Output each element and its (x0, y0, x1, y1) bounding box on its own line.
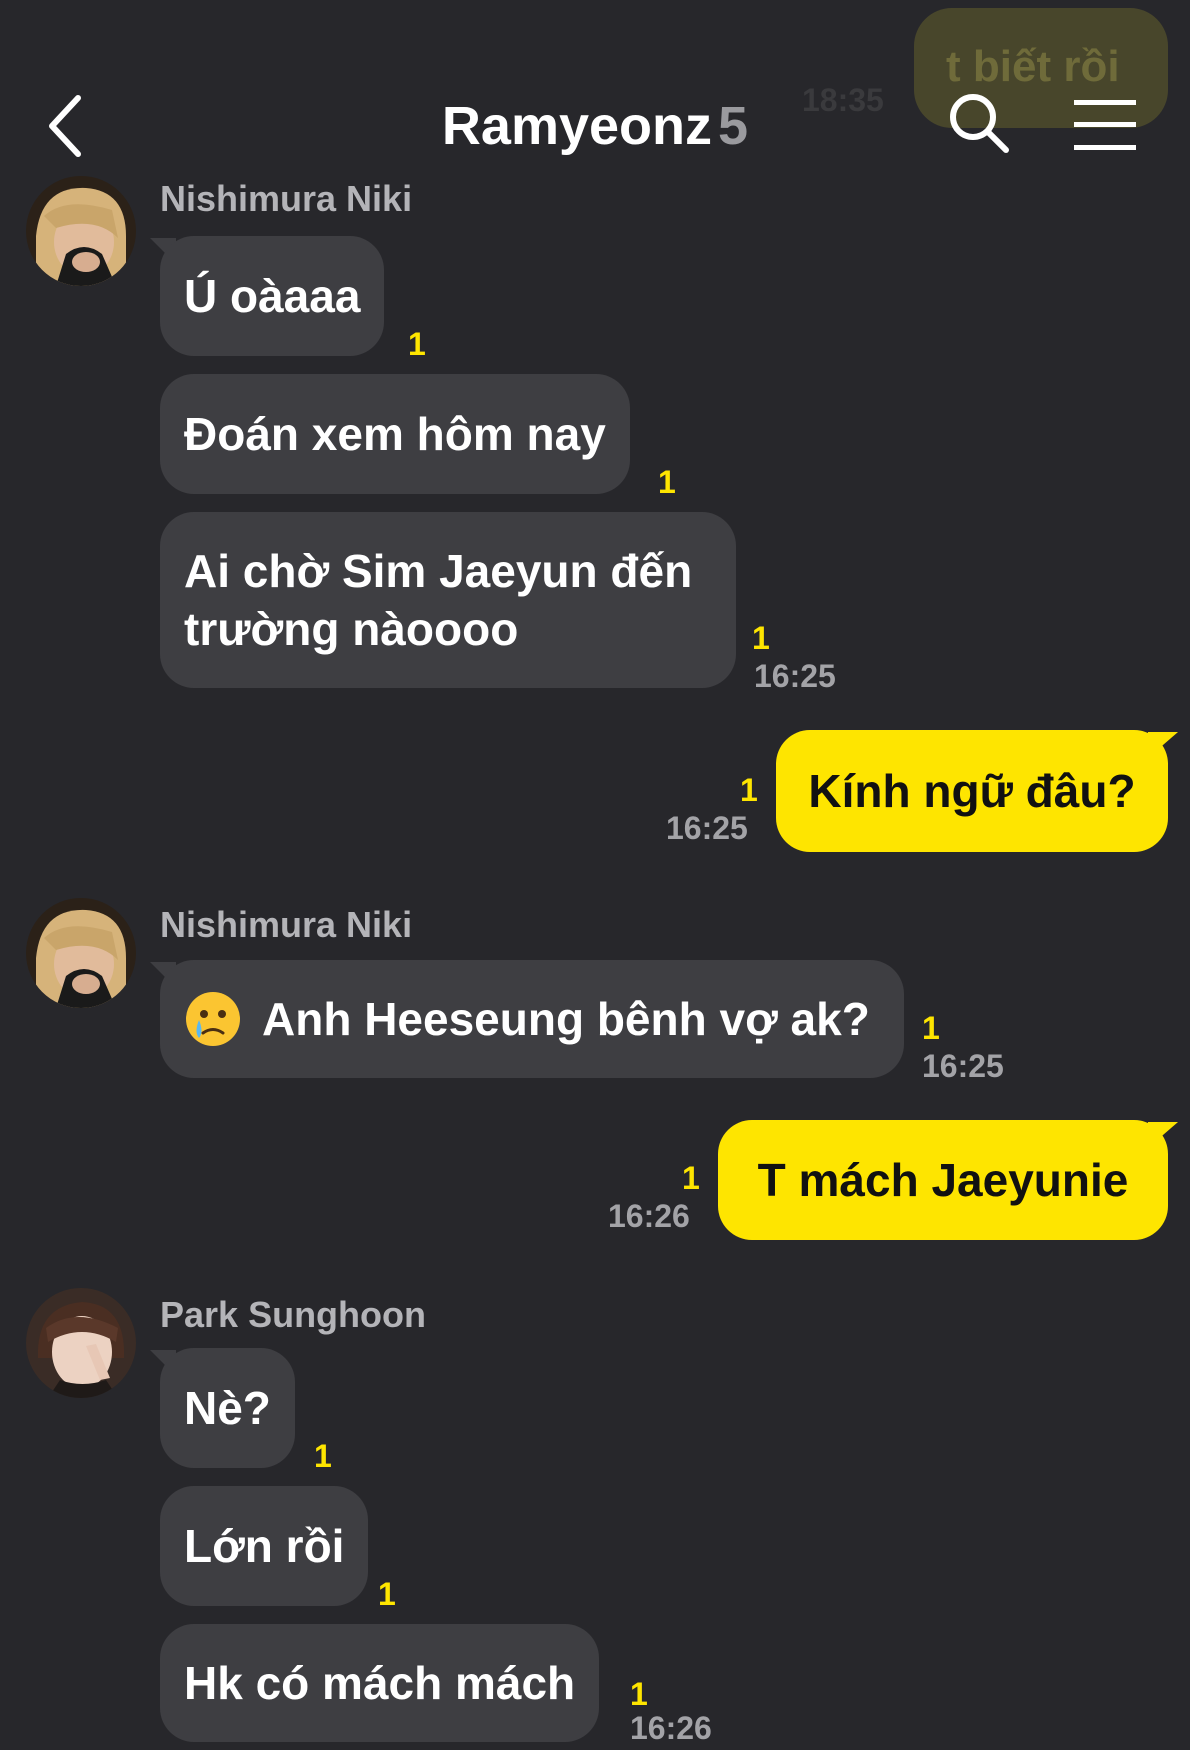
unread-count: 1 (630, 1676, 648, 1712)
avatar-nishimura-niki[interactable] (26, 176, 136, 286)
message-time: 16:26 (608, 1198, 690, 1234)
avatar-photo (26, 1288, 136, 1398)
message-text: Ai chờ Sim Jaeyun đến trường nàoooo (184, 545, 693, 655)
unread-count: 1 (682, 1160, 700, 1196)
unread-count: 1 (314, 1438, 332, 1474)
message-time: 16:26 (630, 1710, 712, 1746)
message-text: Lớn rồi (184, 1520, 345, 1572)
unread-count: 1 (658, 464, 676, 500)
message-time: 16:25 (922, 1048, 1004, 1084)
message-bubble[interactable]: Ú oàaaa (160, 236, 385, 356)
avatar-photo (26, 898, 136, 1008)
message-bubble[interactable]: Hk có mách mách (160, 1624, 600, 1742)
message-bubble[interactable]: Đoán xem hôm nay (160, 374, 630, 494)
message-text: Hk có mách mách (184, 1657, 576, 1709)
message-text: Kính ngữ đâu? (808, 765, 1136, 817)
avatar-photo (26, 176, 136, 286)
menu-button[interactable] (1072, 98, 1138, 152)
sender-name: Nishimura Niki (160, 178, 413, 219)
sender-name: Nishimura Niki (160, 904, 413, 945)
message-time: 16:25 (754, 658, 836, 694)
message-text: Anh Heeseung bênh vợ ak? (262, 993, 870, 1045)
unread-count: 1 (752, 620, 770, 656)
unread-count: 1 (378, 1576, 396, 1612)
message-bubble[interactable]: Nè? (160, 1348, 295, 1468)
message-bubble[interactable]: Lớn rồi (160, 1486, 369, 1606)
message-text: Đoán xem hôm nay (184, 408, 606, 460)
chat-header: t biết rồi 18:35 Ramyeonz 5 (0, 0, 1190, 190)
message-bubble[interactable]: Ai chờ Sim Jaeyun đến trường nàoooo (160, 512, 736, 688)
member-count: 5 (718, 96, 749, 156)
message-time: 16:25 (666, 810, 748, 846)
message-text: Ú oàaaa (184, 270, 361, 322)
crying-face-emoji (186, 992, 240, 1046)
search-icon (950, 94, 1009, 153)
unread-count: 1 (408, 326, 426, 362)
message-text: Nè? (184, 1382, 271, 1434)
outgoing-message-bubble[interactable]: Kính ngữ đâu? (776, 730, 1168, 852)
sender-name: Park Sunghoon (160, 1294, 427, 1335)
previous-message-text: t biết rồi (946, 42, 1120, 91)
group-name: Ramyeonz (441, 96, 713, 156)
search-button[interactable] (946, 90, 1012, 156)
unread-count: 1 (740, 772, 758, 808)
message-bubble[interactable]: Anh Heeseung bênh vợ ak? (160, 960, 904, 1078)
message-text: T mách Jaeyunie (757, 1154, 1129, 1206)
avatar-nishimura-niki[interactable] (26, 898, 136, 1008)
outgoing-message-bubble[interactable]: T mách Jaeyunie (718, 1120, 1168, 1240)
menu-icon (1074, 100, 1136, 150)
unread-count: 1 (922, 1010, 940, 1046)
avatar-park-sunghoon[interactable] (26, 1288, 136, 1398)
